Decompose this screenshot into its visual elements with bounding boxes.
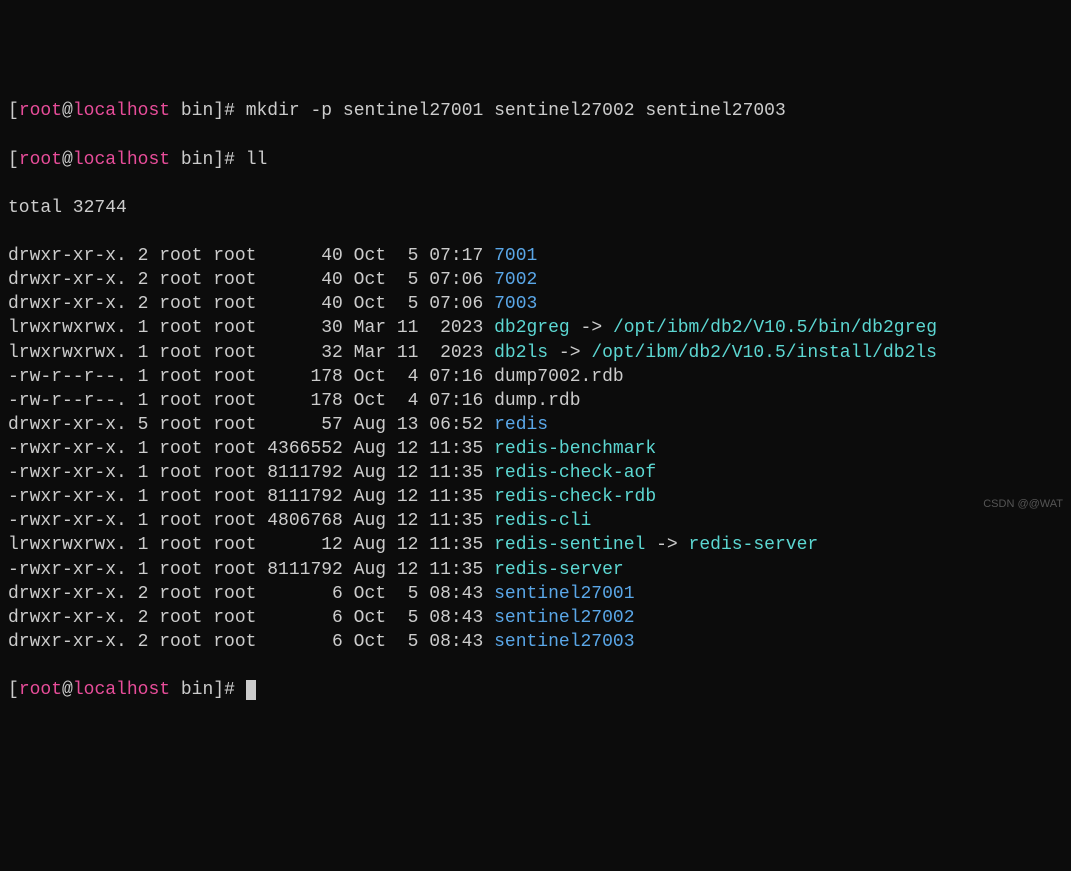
prompt-user: root	[19, 680, 62, 700]
prompt-at: @	[62, 150, 73, 170]
listing-name: dump.rdb	[494, 391, 580, 411]
symlink-arrow: ->	[645, 535, 688, 555]
prompt-at: @	[62, 680, 73, 700]
prompt-path: bin	[170, 150, 213, 170]
listing-meta: -rw-r--r--. 1 root root 178 Oct 4 07:16	[8, 367, 494, 387]
bracket-open: [	[8, 101, 19, 121]
listing-row: drwxr-xr-x. 2 root root 40 Oct 5 07:06 7…	[8, 268, 1063, 292]
prompt-at: @	[62, 101, 73, 121]
listing-meta: lrwxrwxrwx. 1 root root 30 Mar 11 2023	[8, 318, 494, 338]
listing-name: redis-server	[494, 560, 624, 580]
listing-meta: -rwxr-xr-x. 1 root root 8111792 Aug 12 1…	[8, 463, 494, 483]
listing-name: db2ls	[494, 343, 548, 363]
listing-meta: -rw-r--r--. 1 root root 178 Oct 4 07:16	[8, 391, 494, 411]
prompt-line-1: [root@localhost bin]# mkdir -p sentinel2…	[8, 99, 1063, 123]
listing-name: redis-cli	[494, 511, 591, 531]
listing-row: -rwxr-xr-x. 1 root root 8111792 Aug 12 1…	[8, 485, 1063, 509]
listing-meta: lrwxrwxrwx. 1 root root 32 Mar 11 2023	[8, 343, 494, 363]
listing-name: redis-sentinel	[494, 535, 645, 555]
bracket-close: ]#	[213, 150, 245, 170]
prompt-host: localhost	[73, 101, 170, 121]
listing-meta: drwxr-xr-x. 5 root root 57 Aug 13 06:52	[8, 415, 494, 435]
listing-meta: drwxr-xr-x. 2 root root 40 Oct 5 07:06	[8, 270, 494, 290]
listing-name: sentinel27002	[494, 608, 634, 628]
cursor-icon[interactable]	[246, 680, 256, 700]
prompt-line-3[interactable]: [root@localhost bin]#	[8, 678, 1063, 702]
listing-meta: -rwxr-xr-x. 1 root root 8111792 Aug 12 1…	[8, 560, 494, 580]
bracket-close: ]#	[213, 101, 245, 121]
listing-meta: drwxr-xr-x. 2 root root 6 Oct 5 08:43	[8, 584, 494, 604]
listing-name: 7003	[494, 294, 537, 314]
listing-row: drwxr-xr-x. 2 root root 6 Oct 5 08:43 se…	[8, 630, 1063, 654]
listing-row: drwxr-xr-x. 2 root root 6 Oct 5 08:43 se…	[8, 606, 1063, 630]
listing-name: 7002	[494, 270, 537, 290]
prompt-user: root	[19, 150, 62, 170]
prompt-line-2: [root@localhost bin]# ll	[8, 148, 1063, 172]
listing-row: -rwxr-xr-x. 1 root root 8111792 Aug 12 1…	[8, 461, 1063, 485]
listing-meta: -rwxr-xr-x. 1 root root 8111792 Aug 12 1…	[8, 487, 494, 507]
prompt-host: localhost	[73, 150, 170, 170]
listing-name: redis-benchmark	[494, 439, 656, 459]
listing-row: -rw-r--r--. 1 root root 178 Oct 4 07:16 …	[8, 389, 1063, 413]
listing-row: -rw-r--r--. 1 root root 178 Oct 4 07:16 …	[8, 365, 1063, 389]
symlink-arrow: ->	[570, 318, 613, 338]
listing-name: redis-check-aof	[494, 463, 656, 483]
listing-meta: drwxr-xr-x. 2 root root 6 Oct 5 08:43	[8, 608, 494, 628]
listing-row: drwxr-xr-x. 5 root root 57 Aug 13 06:52 …	[8, 413, 1063, 437]
listing-name: db2greg	[494, 318, 570, 338]
listing-name: 7001	[494, 246, 537, 266]
listing-row: drwxr-xr-x. 2 root root 40 Oct 5 07:17 7…	[8, 244, 1063, 268]
listing-row: -rwxr-xr-x. 1 root root 4806768 Aug 12 1…	[8, 509, 1063, 533]
listing-row: -rwxr-xr-x. 1 root root 8111792 Aug 12 1…	[8, 558, 1063, 582]
listing-name: dump7002.rdb	[494, 367, 624, 387]
symlink-target: redis-server	[689, 535, 819, 555]
symlink-arrow: ->	[548, 343, 591, 363]
listing-row: drwxr-xr-x. 2 root root 40 Oct 5 07:06 7…	[8, 292, 1063, 316]
prompt-path: bin	[170, 680, 213, 700]
prompt-user: root	[19, 101, 62, 121]
prompt-path: bin	[170, 101, 213, 121]
watermark-label: CSDN @@WAT	[983, 497, 1063, 512]
listing-row: lrwxrwxrwx. 1 root root 32 Mar 11 2023 d…	[8, 341, 1063, 365]
bracket-open: [	[8, 680, 19, 700]
command-mkdir: mkdir -p sentinel27001 sentinel27002 sen…	[246, 101, 786, 121]
listing-meta: lrwxrwxrwx. 1 root root 12 Aug 12 11:35	[8, 535, 494, 555]
listing-row: lrwxrwxrwx. 1 root root 30 Mar 11 2023 d…	[8, 316, 1063, 340]
listing-meta: -rwxr-xr-x. 1 root root 4806768 Aug 12 1…	[8, 511, 494, 531]
symlink-target: /opt/ibm/db2/V10.5/bin/db2greg	[613, 318, 937, 338]
prompt-host: localhost	[73, 680, 170, 700]
listing-meta: -rwxr-xr-x. 1 root root 4366552 Aug 12 1…	[8, 439, 494, 459]
listing-name: sentinel27003	[494, 632, 634, 652]
listing-meta: drwxr-xr-x. 2 root root 6 Oct 5 08:43	[8, 632, 494, 652]
bracket-open: [	[8, 150, 19, 170]
listing-name: sentinel27001	[494, 584, 634, 604]
command-ll: ll	[246, 150, 268, 170]
directory-listing: drwxr-xr-x. 2 root root 40 Oct 5 07:17 7…	[8, 244, 1063, 654]
symlink-target: /opt/ibm/db2/V10.5/install/db2ls	[591, 343, 937, 363]
listing-row: -rwxr-xr-x. 1 root root 4366552 Aug 12 1…	[8, 437, 1063, 461]
listing-row: lrwxrwxrwx. 1 root root 12 Aug 12 11:35 …	[8, 533, 1063, 557]
listing-meta: drwxr-xr-x. 2 root root 40 Oct 5 07:17	[8, 246, 494, 266]
listing-meta: drwxr-xr-x. 2 root root 40 Oct 5 07:06	[8, 294, 494, 314]
total-line: total 32744	[8, 196, 1063, 220]
listing-name: redis	[494, 415, 548, 435]
bracket-close: ]#	[213, 680, 245, 700]
listing-name: redis-check-rdb	[494, 487, 656, 507]
listing-row: drwxr-xr-x. 2 root root 6 Oct 5 08:43 se…	[8, 582, 1063, 606]
